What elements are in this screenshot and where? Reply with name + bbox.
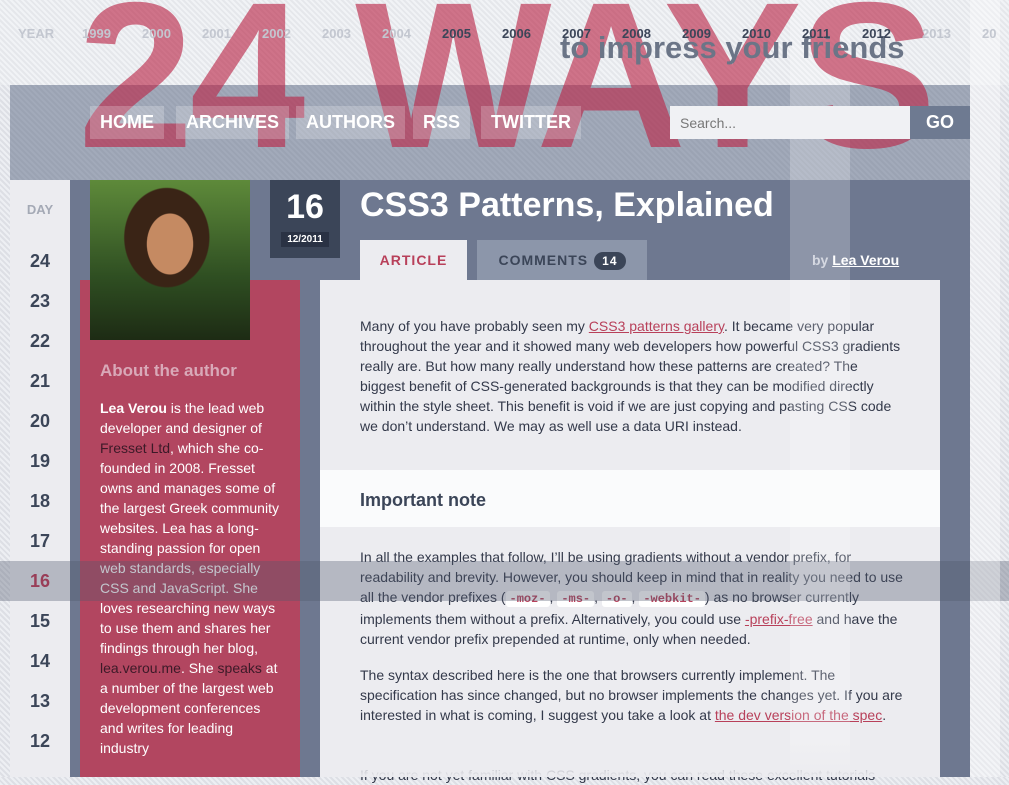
intro-paragraph: Many of you have probably seen my CSS3 p…	[360, 316, 905, 436]
day-link[interactable]: 23	[10, 291, 70, 312]
comment-count-badge: 14	[594, 252, 626, 270]
date-day: 16	[286, 188, 324, 226]
nav-twitter[interactable]: TWITTER	[481, 106, 581, 139]
author-photo	[90, 180, 250, 340]
tab-article[interactable]: ARTICLE	[360, 240, 467, 280]
day-link-current[interactable]: 16	[10, 571, 70, 592]
day-link[interactable]: 22	[10, 331, 70, 352]
dev-spec-link[interactable]: the dev version of the spec	[715, 707, 882, 723]
paragraph-text: .	[882, 707, 887, 723]
vendor-prefix-paragraph: In all the examples that follow, I’ll be…	[360, 549, 903, 647]
date-box: 16 12/2011	[270, 180, 340, 258]
day-link[interactable]: 24	[10, 251, 70, 272]
about-author-heading: About the author	[100, 361, 237, 380]
code-o: -o-	[601, 591, 632, 607]
day-label: DAY	[26, 202, 54, 217]
year-link[interactable]: 2013	[922, 26, 951, 41]
code-moz: -moz-	[505, 591, 550, 607]
day-link[interactable]: 14	[10, 651, 70, 672]
day-link[interactable]: 21	[10, 371, 70, 392]
code-webkit: -webkit-	[639, 591, 705, 607]
year-link[interactable]: 2009	[682, 26, 711, 41]
company-link[interactable]: Fresset Ltd	[100, 440, 170, 456]
year-link[interactable]: 2004	[382, 26, 411, 41]
year-link[interactable]: 2002	[262, 26, 291, 41]
year-link[interactable]: 2011	[802, 26, 830, 41]
tab-comments[interactable]: COMMENTS 14	[477, 240, 647, 280]
year-link[interactable]: 2010	[742, 26, 771, 41]
content-fade	[320, 740, 940, 777]
day-link[interactable]: 17	[10, 531, 70, 552]
year-label: YEAR	[18, 26, 55, 41]
bio-text: . She	[180, 660, 218, 676]
year-link[interactable]: 20	[982, 26, 996, 41]
year-bar: YEAR 1999 2000 2001 2002 2003 2004 2005 …	[0, 26, 1009, 46]
author-link[interactable]: Lea Verou	[832, 252, 899, 268]
author-name: Lea Verou	[100, 400, 167, 416]
syntax-paragraph: The syntax described here is the one tha…	[360, 665, 905, 725]
speaks-link[interactable]: speaks	[218, 660, 262, 676]
year-link[interactable]: 2005	[442, 26, 471, 41]
nav-home[interactable]: HOME	[90, 106, 164, 139]
year-link[interactable]: 2007	[562, 26, 591, 41]
blog-link[interactable]: lea.verou.me	[100, 660, 181, 676]
year-link[interactable]: 2008	[622, 26, 651, 41]
day-link[interactable]: 13	[10, 691, 70, 712]
byline: by Lea Verou	[812, 252, 899, 268]
important-note-heading: Important note	[360, 490, 486, 510]
day-link[interactable]: 15	[10, 611, 70, 632]
patterns-gallery-link[interactable]: CSS3 patterns gallery	[589, 318, 724, 334]
nav-rss[interactable]: RSS	[413, 106, 471, 139]
nav-authors[interactable]: AUTHORS	[296, 106, 405, 139]
author-bio: Lea Verou is the lead web developer and …	[100, 398, 285, 758]
paragraph-text: Many of you have probably seen my	[360, 318, 589, 334]
bio-text: , which she co-founded in 2008. Fresset …	[100, 440, 279, 656]
article-title: CSS3 Patterns, Explained	[360, 186, 774, 224]
year-link[interactable]: 1999	[82, 26, 111, 41]
year-link[interactable]: 2000	[142, 26, 171, 41]
day-link[interactable]: 20	[10, 411, 70, 432]
day-link[interactable]: 12	[10, 731, 70, 752]
code-ms: -ms-	[557, 591, 595, 607]
day-link[interactable]: 19	[10, 451, 70, 472]
search-go-button[interactable]: GO	[910, 106, 970, 139]
year-link[interactable]: 2006	[502, 26, 531, 41]
year-link[interactable]: 2001	[202, 26, 231, 41]
by-label: by	[812, 252, 829, 268]
prefix-free-link[interactable]: -prefix-free	[745, 611, 813, 627]
date-month: 12/2011	[281, 232, 329, 247]
day-link[interactable]: 18	[10, 491, 70, 512]
tab-comments-label: COMMENTS	[498, 252, 589, 268]
search-input[interactable]	[670, 106, 910, 139]
year-link[interactable]: 2003	[322, 26, 351, 41]
nav-archives[interactable]: ARCHIVES	[176, 106, 290, 139]
year-link[interactable]: 2012	[862, 26, 891, 41]
paragraph-text: . It became very popular throughout the …	[360, 318, 901, 434]
